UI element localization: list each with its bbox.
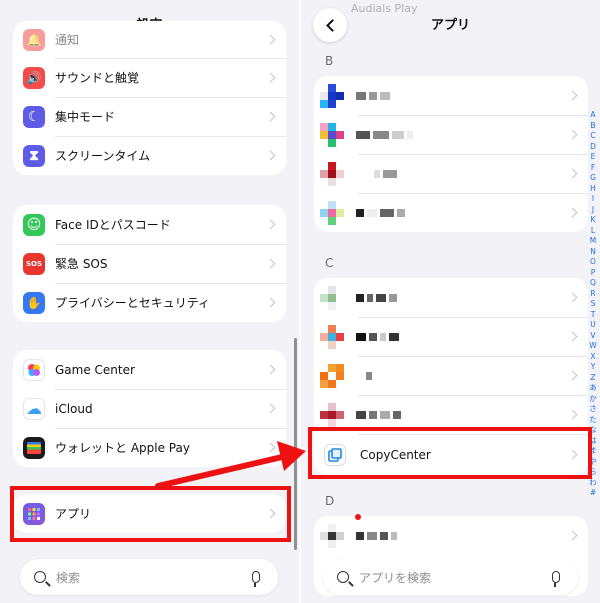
annotation-arrow (155, 441, 306, 489)
